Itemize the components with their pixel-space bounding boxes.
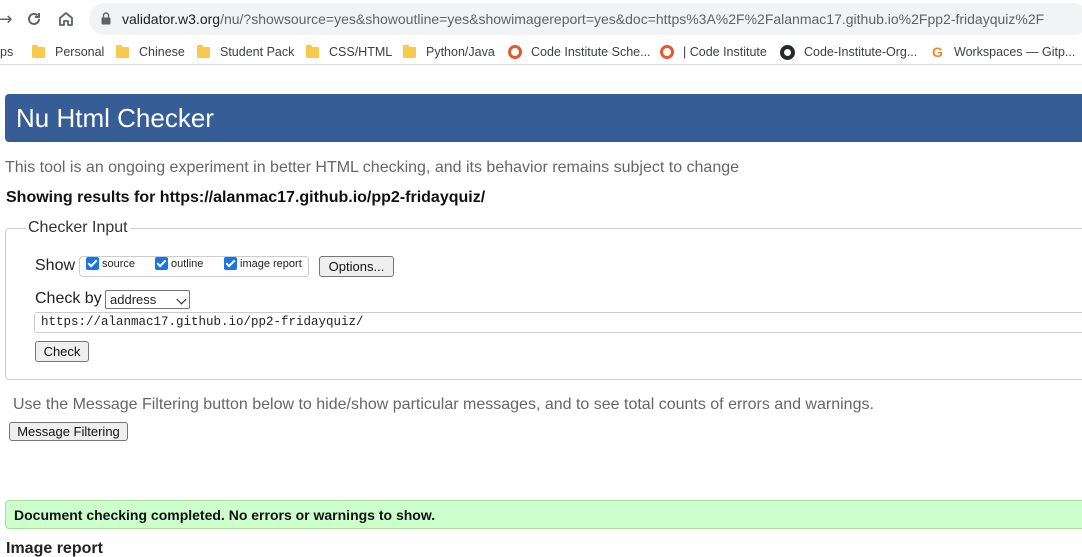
check-button[interactable]: Check xyxy=(35,341,89,362)
folder-icon xyxy=(116,44,129,58)
code-institute-icon xyxy=(508,45,522,59)
bookmark-personal[interactable]: Personal xyxy=(32,43,104,61)
bookmark-label: Chinese xyxy=(139,45,185,59)
bookmark-ps[interactable]: ps xyxy=(0,43,13,61)
bookmark-code-institute[interactable]: | Code Institute xyxy=(660,43,767,61)
show-image-report-checkbox[interactable]: image report xyxy=(224,257,302,270)
bookmark-student-pack[interactable]: Student Pack xyxy=(197,43,294,61)
home-icon[interactable] xyxy=(53,6,79,32)
reload-icon[interactable] xyxy=(21,6,47,32)
arrow-right-icon[interactable]: → xyxy=(0,6,18,32)
bookmark-code-institute-schedule[interactable]: Code Institute Sche... xyxy=(508,43,651,61)
check-by-select[interactable]: address xyxy=(105,290,190,309)
success-message-box: Document checking completed. No errors o… xyxy=(5,500,1082,529)
chevron-down-icon xyxy=(176,294,187,305)
checker-header: Nu Html Checker xyxy=(5,94,1082,142)
show-outline-checkbox[interactable]: outline xyxy=(155,257,203,270)
tagline: This tool is an ongoing experiment in be… xyxy=(5,159,740,176)
options-button[interactable]: Options... xyxy=(319,256,394,277)
check-by-label: Check by xyxy=(35,290,102,307)
checkbox-checked-icon xyxy=(86,257,99,270)
folder-icon xyxy=(403,44,416,58)
filter-note: Use the Message Filtering button below t… xyxy=(13,396,874,413)
bookmark-workspaces[interactable]: G Workspaces — Gitp... xyxy=(930,43,1075,61)
message-filtering-button[interactable]: Message Filtering xyxy=(9,422,128,441)
bookmark-label: CSS/HTML xyxy=(329,45,393,59)
bookmark-label: Code Institute Sche... xyxy=(531,45,651,59)
check-by-value: address xyxy=(110,292,157,307)
checkbox-checked-icon xyxy=(224,257,237,270)
folder-icon xyxy=(197,44,210,58)
page-title: Nu Html Checker xyxy=(16,103,214,133)
gitpod-icon: G xyxy=(932,43,943,60)
folder-icon xyxy=(32,44,45,58)
lock-icon xyxy=(101,12,111,25)
address-input[interactable]: https://alanmac17.github.io/pp2-fridayqu… xyxy=(34,312,1082,333)
url-host: validator.w3.org xyxy=(122,11,221,27)
url-path: /nu/?showsource=yes&showoutline=yes&show… xyxy=(220,11,1045,27)
folder-icon xyxy=(306,44,319,58)
bookmark-label: Student Pack xyxy=(220,45,295,59)
show-source-checkbox[interactable]: source xyxy=(86,257,135,270)
url-text: validator.w3.org/nu/?showsource=yes&show… xyxy=(122,11,1044,27)
github-icon xyxy=(780,44,795,60)
bookmark-label: | Code Institute xyxy=(683,45,767,59)
code-institute-icon xyxy=(660,45,674,59)
bookmark-python-java[interactable]: Python/Java xyxy=(403,43,495,61)
bookmarks-bar: ps Personal Chinese Student Pack CSS/HTM… xyxy=(0,37,1082,65)
results-for-heading: Showing results for https://alanmac17.gi… xyxy=(6,189,486,206)
browser-toolbar: → validator.w3.org/nu/?showsource=yes&sh… xyxy=(0,0,1082,37)
image-report-heading: Image report xyxy=(6,540,103,557)
success-message: Document checking completed. No errors o… xyxy=(14,507,436,523)
address-bar[interactable]: validator.w3.org/nu/?showsource=yes&show… xyxy=(89,3,1082,35)
bookmark-code-institute-org[interactable]: Code-Institute-Org... xyxy=(780,43,917,61)
bookmark-chinese[interactable]: Chinese xyxy=(116,43,185,61)
checkbox-label: source xyxy=(102,257,136,270)
bookmark-label: Personal xyxy=(55,45,105,59)
bookmark-css-html[interactable]: CSS/HTML xyxy=(306,43,392,61)
checkbox-checked-icon xyxy=(155,257,168,270)
bookmark-label: Workspaces — Gitp... xyxy=(954,45,1076,59)
bookmark-label: Code-Institute-Org... xyxy=(804,45,918,59)
bookmark-label: Python/Java xyxy=(426,45,495,59)
bookmark-label: ps xyxy=(0,45,14,59)
checker-input-legend: Checker Input xyxy=(26,219,130,237)
checkbox-label: image report xyxy=(240,257,302,270)
show-label: Show xyxy=(35,257,76,274)
checkbox-label: outline xyxy=(171,257,204,270)
